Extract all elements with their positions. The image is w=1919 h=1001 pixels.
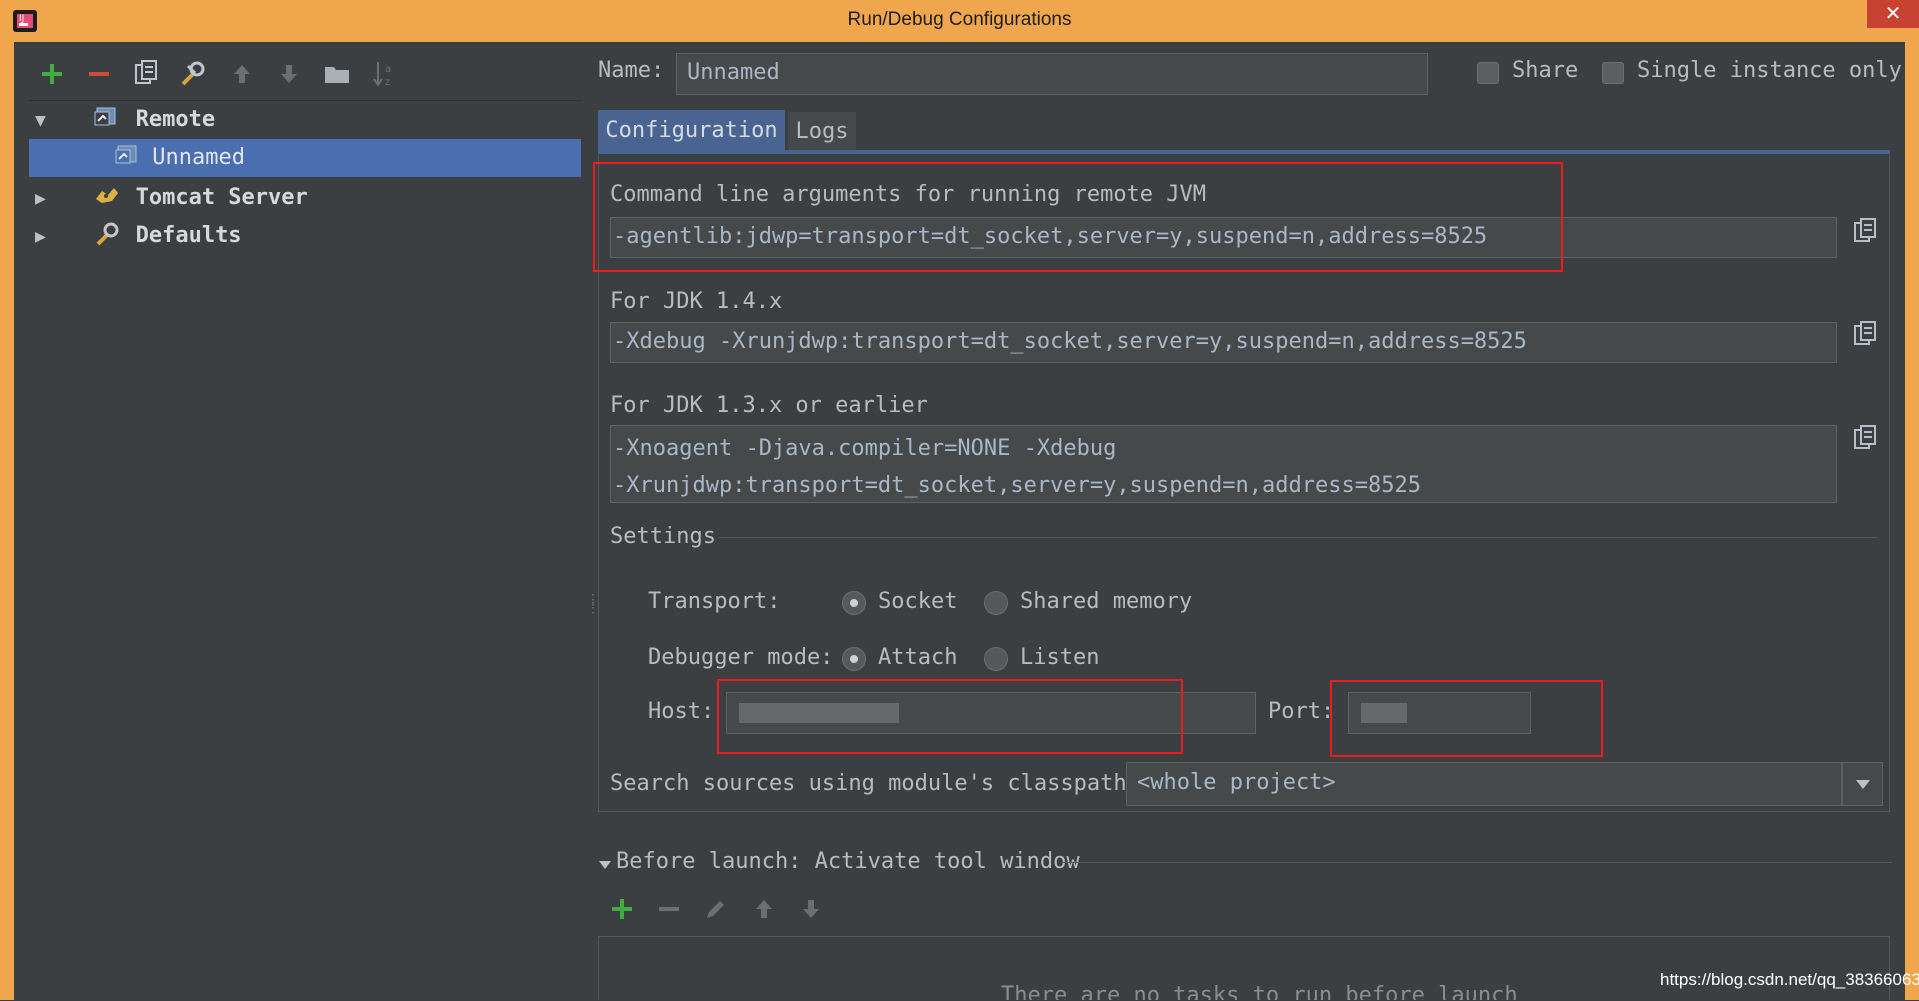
window-title: Run/Debug Configurations bbox=[847, 9, 1072, 30]
debugger-listen-radio[interactable] bbox=[984, 647, 1008, 671]
sort-icon[interactable]: az bbox=[369, 58, 401, 90]
before-launch-divider bbox=[1062, 862, 1892, 863]
move-down-icon[interactable] bbox=[795, 893, 827, 925]
folder-icon[interactable] bbox=[321, 58, 353, 90]
expand-arrow-icon[interactable]: ▶ bbox=[35, 226, 46, 247]
highlight-box-cmd-args bbox=[593, 162, 1563, 272]
add-icon[interactable] bbox=[36, 58, 68, 90]
transport-shared-memory-radio[interactable] bbox=[984, 591, 1008, 615]
tree-item-label: Defaults bbox=[135, 223, 242, 248]
tree-item-defaults[interactable]: ▶ Defaults bbox=[29, 217, 581, 255]
svg-text:a: a bbox=[385, 64, 391, 75]
remove-icon[interactable] bbox=[653, 893, 685, 925]
tree-item-label: Tomcat Server bbox=[135, 185, 308, 210]
transport-label: Transport: bbox=[648, 589, 781, 614]
remove-icon[interactable] bbox=[83, 58, 115, 90]
transport-socket-label: Socket bbox=[878, 589, 958, 614]
tab-configuration[interactable]: Configuration bbox=[598, 110, 785, 152]
collapse-triangle-icon[interactable] bbox=[598, 852, 612, 877]
single-instance-label: Single instance only bbox=[1637, 58, 1902, 83]
jdk13-line-2: -Xrunjdwp:transport=dt_socket,server=y,s… bbox=[613, 473, 1421, 498]
svg-text:z: z bbox=[385, 77, 390, 88]
chevron-down-icon[interactable] bbox=[1842, 762, 1883, 806]
transport-shared-memory-label: Shared memory bbox=[1020, 589, 1193, 614]
debugger-listen-label: Listen bbox=[1020, 645, 1100, 670]
jdk14-label: For JDK 1.4.x bbox=[610, 289, 783, 314]
highlight-box-host bbox=[717, 679, 1183, 754]
settings-section-title: Settings bbox=[610, 524, 716, 549]
tab-logs[interactable]: Logs bbox=[788, 112, 856, 152]
wrench-icon[interactable] bbox=[177, 58, 209, 90]
copy-to-clipboard-icon[interactable] bbox=[1852, 217, 1878, 245]
tree-item-label: Unnamed bbox=[152, 145, 245, 170]
add-icon[interactable] bbox=[606, 893, 638, 925]
name-label: Name: bbox=[598, 58, 665, 83]
expand-arrow-icon[interactable]: ▼ bbox=[35, 110, 46, 131]
tomcat-icon bbox=[96, 188, 119, 203]
tree-item-unnamed[interactable]: Unnamed bbox=[29, 139, 581, 177]
tree-item-remote[interactable]: ▼ Remote bbox=[29, 101, 581, 139]
debugger-attach-radio[interactable] bbox=[842, 647, 866, 671]
host-label: Host: bbox=[648, 699, 715, 724]
tree-item-tomcat-server[interactable]: ▶ Tomcat Server bbox=[29, 179, 581, 217]
remote-config-icon bbox=[94, 107, 116, 126]
debugger-mode-label: Debugger mode: bbox=[648, 645, 834, 670]
before-launch-title: Before launch: Activate tool window bbox=[616, 849, 1080, 874]
transport-socket-radio[interactable] bbox=[842, 591, 866, 615]
jdk14-field[interactable]: -Xdebug -Xrunjdwp:transport=dt_socket,se… bbox=[610, 322, 1837, 363]
share-checkbox[interactable] bbox=[1477, 62, 1499, 84]
move-up-icon[interactable] bbox=[748, 893, 780, 925]
single-instance-checkbox[interactable] bbox=[1602, 62, 1624, 84]
highlight-box-port bbox=[1330, 680, 1603, 757]
copy-to-clipboard-icon[interactable] bbox=[1852, 424, 1878, 452]
wrench-icon bbox=[96, 222, 119, 246]
classpath-select[interactable]: <whole project> bbox=[1126, 762, 1842, 806]
port-label: Port: bbox=[1268, 699, 1335, 724]
copy-icon[interactable] bbox=[130, 58, 162, 90]
jdk13-field[interactable]: -Xnoagent -Djava.compiler=NONE -Xdebug -… bbox=[610, 425, 1837, 503]
panel-splitter[interactable]: ⋮ ⋮ bbox=[586, 593, 600, 628]
edit-icon[interactable] bbox=[700, 893, 732, 925]
empty-task-list-text: There are no tasks to run before launch bbox=[1001, 983, 1518, 1000]
remote-config-icon bbox=[115, 145, 137, 164]
name-input[interactable]: Unnamed bbox=[676, 53, 1428, 95]
jdk13-line-1: -Xnoagent -Djava.compiler=NONE -Xdebug bbox=[613, 436, 1117, 461]
settings-divider bbox=[718, 537, 1878, 538]
jdk13-label: For JDK 1.3.x or earlier bbox=[610, 393, 928, 418]
before-launch-task-list[interactable]: There are no tasks to run before launch bbox=[598, 936, 1890, 1000]
window-frame-left bbox=[0, 42, 14, 1000]
watermark-url: https://blog.csdn.net/qq_38366063 bbox=[1660, 970, 1919, 989]
debugger-attach-label: Attach bbox=[878, 645, 958, 670]
copy-to-clipboard-icon[interactable] bbox=[1852, 320, 1878, 348]
tree-item-label: Remote bbox=[135, 107, 216, 132]
share-label: Share bbox=[1512, 58, 1579, 83]
classpath-select-value: <whole project> bbox=[1137, 770, 1336, 795]
classpath-label: Search sources using module's classpath: bbox=[610, 771, 1140, 796]
expand-arrow-icon[interactable]: ▶ bbox=[35, 188, 46, 209]
configuration-tree: ▼ Remote Unnamed ▶ Tomcat Server ▶ Defau… bbox=[29, 100, 581, 1001]
close-button[interactable]: ✕ bbox=[1867, 0, 1919, 28]
move-down-icon[interactable] bbox=[273, 58, 305, 90]
move-up-icon[interactable] bbox=[226, 58, 258, 90]
window-frame-right bbox=[1905, 42, 1919, 1000]
